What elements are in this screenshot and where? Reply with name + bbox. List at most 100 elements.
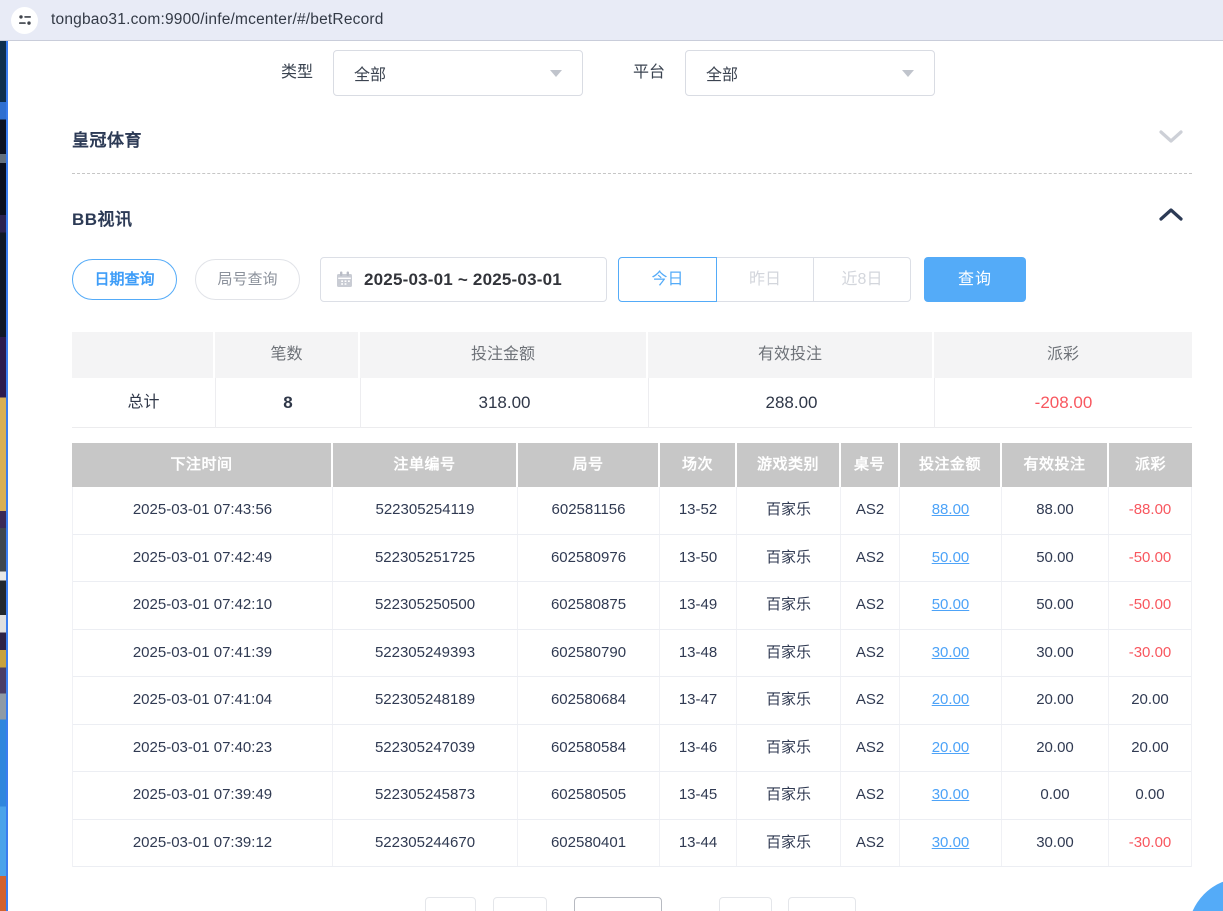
game-type-cell: 百家乐 (737, 725, 841, 772)
game-type-cell: 百家乐 (737, 772, 841, 819)
summary-header-count: 笔数 (215, 332, 360, 378)
type-filter-label: 类型 (281, 50, 313, 96)
quick-date-button-group: 今日 昨日 近8日 (618, 257, 911, 302)
bet-id-cell: 522305254119 (333, 487, 518, 534)
date-range-input[interactable]: 2025-03-01 ~ 2025-03-01 (320, 257, 607, 302)
chevron-up-icon[interactable] (1158, 206, 1184, 224)
summary-valid-bet-value: 288.00 (648, 378, 934, 428)
summary-count-value: 8 (215, 378, 360, 428)
table-no-cell: AS2 (841, 582, 900, 629)
table-row: 2025-03-01 07:42:10 522305250500 6025808… (73, 582, 1191, 630)
pagination-button[interactable] (719, 897, 772, 911)
search-button[interactable]: 查询 (924, 257, 1026, 302)
round-no-cell: 602580401 (518, 820, 660, 867)
bet-time-cell: 2025-03-01 07:43:56 (73, 487, 333, 534)
summary-header-valid-bet: 有效投注 (648, 332, 934, 378)
calendar-icon (336, 271, 353, 288)
bet-table-header: 下注时间 注单编号 局号 场次 游戏类别 桌号 投注金额 有效投注 派彩 (72, 443, 1192, 487)
table-no-cell: AS2 (841, 677, 900, 724)
date-range-value: 2025-03-01 ~ 2025-03-01 (364, 270, 562, 290)
bet-id-cell: 522305250500 (333, 582, 518, 629)
date-query-button[interactable]: 日期查询 (72, 259, 177, 300)
platform-filter-select[interactable]: 全部 (685, 50, 935, 96)
pagination-page-size-select[interactable] (574, 897, 662, 911)
col-header-bet-time: 下注时间 (72, 443, 333, 487)
type-filter-select[interactable]: 全部 (333, 50, 583, 96)
payout-cell: -30.00 (1109, 820, 1191, 867)
bet-amount-link[interactable]: 30.00 (932, 786, 970, 803)
round-query-button[interactable]: 局号查询 (195, 259, 300, 300)
payout-cell: -30.00 (1109, 630, 1191, 677)
valid-bet-cell: 50.00 (1002, 535, 1109, 582)
table-no-cell: AS2 (841, 535, 900, 582)
valid-bet-cell: 0.00 (1002, 772, 1109, 819)
col-header-bet-amount: 投注金额 (900, 443, 1002, 487)
valid-bet-cell: 30.00 (1002, 820, 1109, 867)
round-no-cell: 602580584 (518, 725, 660, 772)
bet-amount-link[interactable]: 50.00 (932, 549, 970, 566)
last-8-days-button[interactable]: 近8日 (813, 257, 911, 302)
col-header-payout: 派彩 (1109, 443, 1192, 487)
bet-table-body: 2025-03-01 07:43:56 522305254119 6025811… (72, 487, 1192, 867)
pagination-button[interactable] (425, 897, 476, 911)
bet-id-cell: 522305247039 (333, 725, 518, 772)
table-row: 2025-03-01 07:39:12 522305244670 6025804… (73, 820, 1191, 868)
bet-amount-link[interactable]: 50.00 (932, 596, 970, 613)
type-filter-value: 全部 (354, 61, 550, 85)
valid-bet-cell: 20.00 (1002, 725, 1109, 772)
bet-amount-link[interactable]: 88.00 (932, 501, 970, 518)
bet-record-page: 类型 全部 平台 全部 皇冠体育 BB视讯 日期查询 局号查询 (10, 41, 1223, 911)
section-title-crown-sports[interactable]: 皇冠体育 (72, 126, 142, 151)
browser-window: tongbao31.com:9900/infe/mcenter/#/betRec… (0, 0, 1223, 911)
table-no-cell: AS2 (841, 820, 900, 867)
table-row: 2025-03-01 07:41:04 522305248189 6025806… (73, 677, 1191, 725)
pagination-button[interactable] (493, 897, 547, 911)
col-header-table-no: 桌号 (841, 443, 900, 487)
session-cell: 13-47 (660, 677, 737, 724)
game-type-cell: 百家乐 (737, 820, 841, 867)
valid-bet-cell: 50.00 (1002, 582, 1109, 629)
bet-id-cell: 522305248189 (333, 677, 518, 724)
bet-time-cell: 2025-03-01 07:39:12 (73, 820, 333, 867)
session-cell: 13-46 (660, 725, 737, 772)
tune-sliders-icon (18, 13, 32, 27)
summary-header-bet-amount: 投注金额 (360, 332, 648, 378)
url-text[interactable]: tongbao31.com:9900/infe/mcenter/#/betRec… (51, 11, 384, 29)
col-header-round-no: 局号 (518, 443, 660, 487)
bet-amount-link[interactable]: 20.00 (932, 739, 970, 756)
session-cell: 13-50 (660, 535, 737, 582)
bet-id-cell: 522305245873 (333, 772, 518, 819)
site-settings-icon[interactable] (11, 7, 38, 34)
summary-header-blank (72, 332, 215, 378)
bet-amount-link[interactable]: 30.00 (932, 834, 970, 851)
payout-cell: 0.00 (1109, 772, 1191, 819)
session-cell: 13-49 (660, 582, 737, 629)
round-no-cell: 602581156 (518, 487, 660, 534)
summary-total-row: 总计 8 318.00 288.00 -208.00 (72, 378, 1192, 428)
bet-time-cell: 2025-03-01 07:40:23 (73, 725, 333, 772)
payout-cell: 20.00 (1109, 677, 1191, 724)
game-type-cell: 百家乐 (737, 487, 841, 534)
section-title-bb-video[interactable]: BB视讯 (72, 205, 133, 230)
table-row: 2025-03-01 07:41:39 522305249393 6025807… (73, 630, 1191, 678)
table-row: 2025-03-01 07:43:56 522305254119 6025811… (73, 487, 1191, 535)
bet-amount-link[interactable]: 20.00 (932, 691, 970, 708)
session-cell: 13-45 (660, 772, 737, 819)
summary-table: 笔数 投注金额 有效投注 派彩 总计 8 318.00 288.00 -208.… (72, 332, 1192, 428)
pagination-button[interactable] (788, 897, 856, 911)
summary-bet-amount-value: 318.00 (360, 378, 648, 428)
payout-cell: -50.00 (1109, 535, 1191, 582)
yesterday-button[interactable]: 昨日 (716, 257, 814, 302)
table-row: 2025-03-01 07:40:23 522305247039 6025805… (73, 725, 1191, 773)
round-no-cell: 602580790 (518, 630, 660, 677)
bet-time-cell: 2025-03-01 07:42:49 (73, 535, 333, 582)
floating-action-button[interactable] (1188, 878, 1223, 911)
bet-amount-link[interactable]: 30.00 (932, 644, 970, 661)
today-button[interactable]: 今日 (618, 257, 717, 302)
summary-header-payout: 派彩 (934, 332, 1192, 378)
section-divider (72, 173, 1192, 174)
platform-filter-label: 平台 (633, 50, 665, 96)
url-bar[interactable]: tongbao31.com:9900/infe/mcenter/#/betRec… (0, 0, 1223, 41)
chevron-down-icon[interactable] (1158, 127, 1184, 145)
table-no-cell: AS2 (841, 725, 900, 772)
